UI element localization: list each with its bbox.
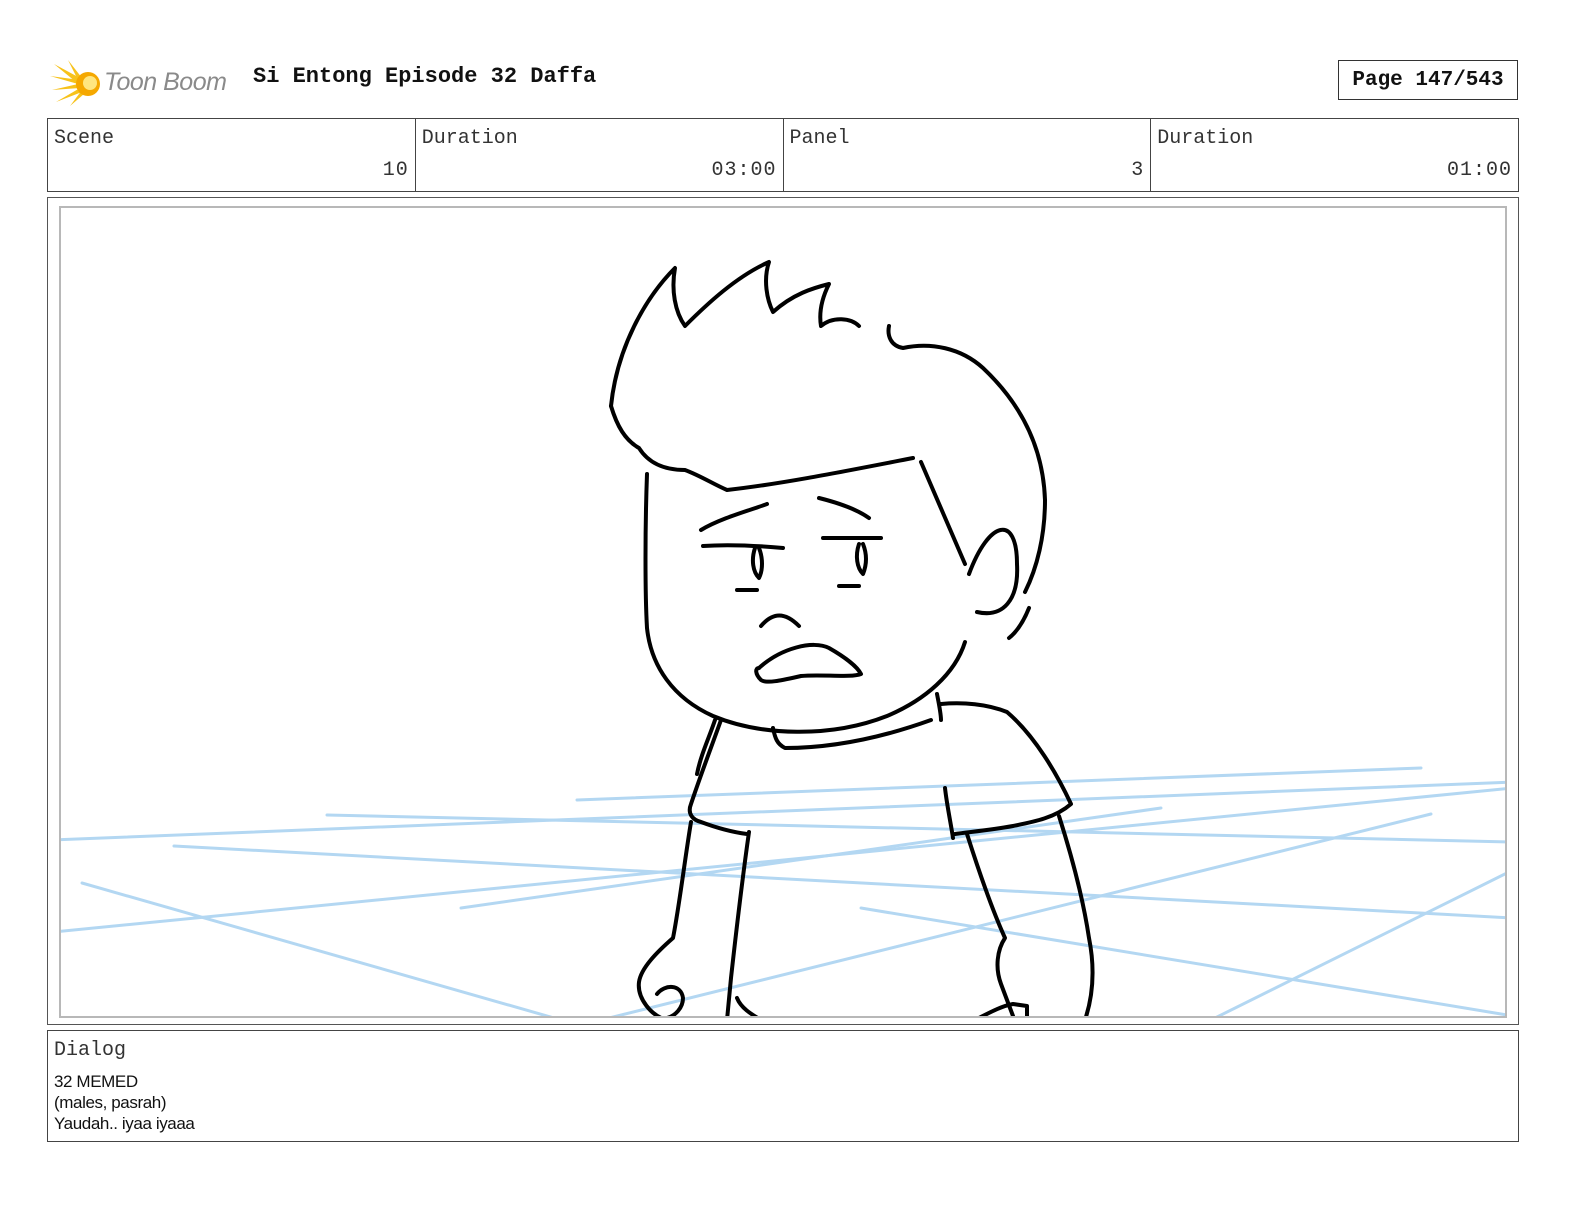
dialog-label: Dialog bbox=[54, 1039, 127, 1062]
character-linework bbox=[609, 260, 1095, 1016]
dialog-line-speech: Yaudah.. iyaa iyaaa bbox=[54, 1114, 195, 1133]
page-indicator: Page 147/543 bbox=[1338, 60, 1518, 100]
scene-cell: Scene 10 bbox=[48, 119, 416, 191]
starburst-icon bbox=[50, 60, 100, 106]
floor-guide-lines bbox=[61, 766, 1505, 1016]
dialog-box: Dialog 32 MEMED (males, pasrah) Yaudah..… bbox=[47, 1030, 1519, 1142]
panel-cell: Panel 3 bbox=[784, 119, 1152, 191]
panel-duration-cell: Duration 01:00 bbox=[1151, 119, 1518, 191]
scene-value: 10 bbox=[382, 159, 409, 182]
panel-sketch bbox=[61, 260, 1505, 1016]
scene-duration-value: 03:00 bbox=[711, 159, 777, 182]
scene-duration-label: Duration bbox=[421, 127, 518, 150]
scene-label: Scene bbox=[54, 127, 115, 150]
panel-label: Panel bbox=[789, 127, 850, 150]
toon-boom-logo: Toon Boom bbox=[50, 54, 227, 110]
panel-duration-value: 01:00 bbox=[1446, 159, 1512, 182]
document-title: Si Entong Episode 32 Daffa bbox=[253, 64, 597, 89]
panel-frame bbox=[59, 206, 1507, 1018]
storyboard-panel bbox=[47, 197, 1519, 1025]
scene-info-row: Scene 10 Duration 03:00 Panel 3 Duration… bbox=[47, 118, 1519, 192]
panel-duration-label: Duration bbox=[1157, 127, 1254, 150]
logo-text: Toon Boom bbox=[104, 67, 227, 96]
dialog-line-direction: (males, pasrah) bbox=[54, 1093, 167, 1112]
dialog-text: 32 MEMED (males, pasrah) Yaudah.. iyaa i… bbox=[54, 1071, 195, 1134]
panel-value: 3 bbox=[1131, 159, 1145, 182]
dialog-line-character: 32 MEMED bbox=[54, 1072, 138, 1091]
scene-duration-cell: Duration 03:00 bbox=[416, 119, 784, 191]
